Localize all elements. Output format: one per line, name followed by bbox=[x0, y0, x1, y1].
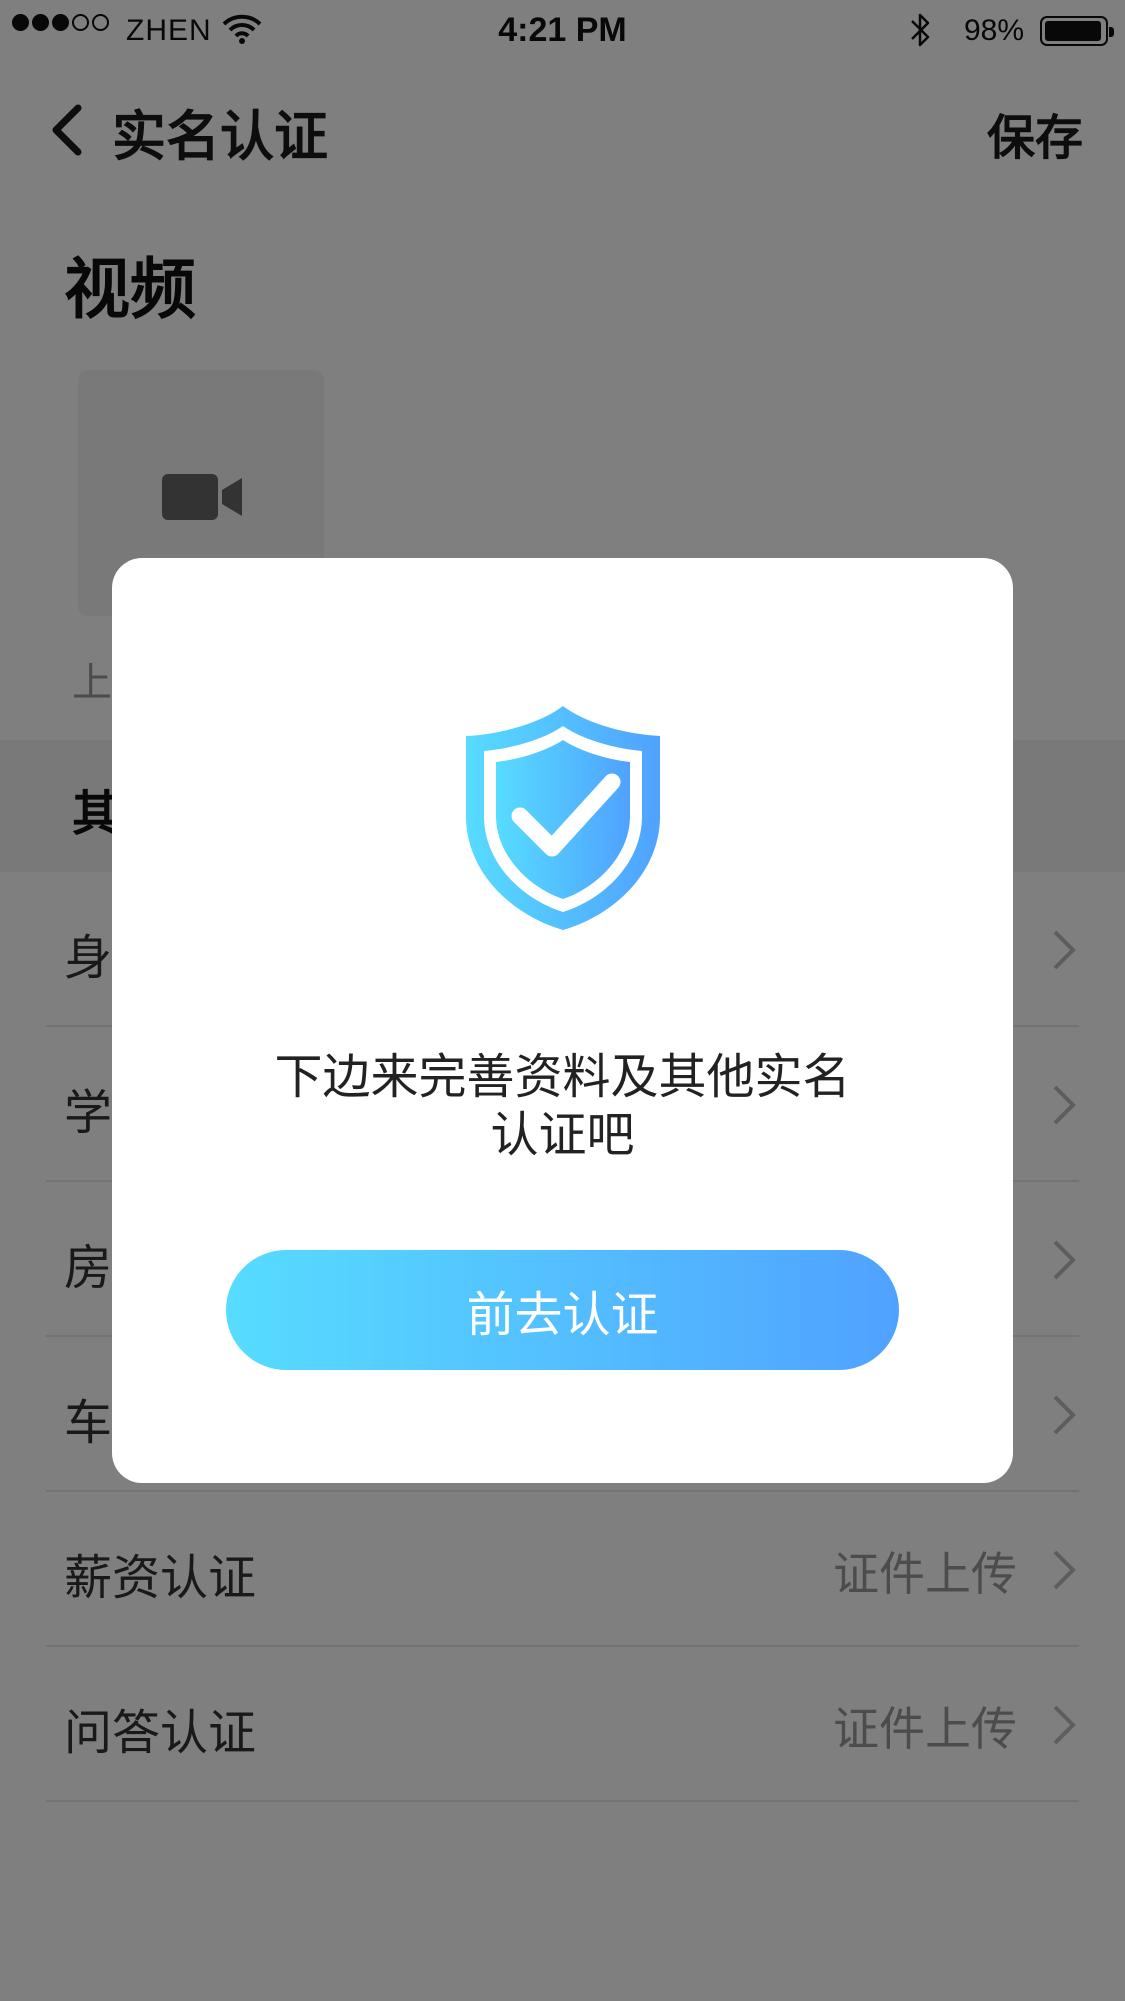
shield-check-icon bbox=[466, 706, 660, 930]
modal-message-line-2: 认证吧 bbox=[490, 1107, 635, 1163]
modal-message-line-1: 下边来完善资料及其他实名 bbox=[274, 1049, 851, 1105]
verification-modal: 下边来完善资料及其他实名 认证吧 前去认证 bbox=[112, 558, 1013, 1483]
modal-message: 下边来完善资料及其他实名 认证吧 bbox=[212, 1048, 913, 1164]
go-verify-button[interactable]: 前去认证 bbox=[226, 1250, 899, 1370]
